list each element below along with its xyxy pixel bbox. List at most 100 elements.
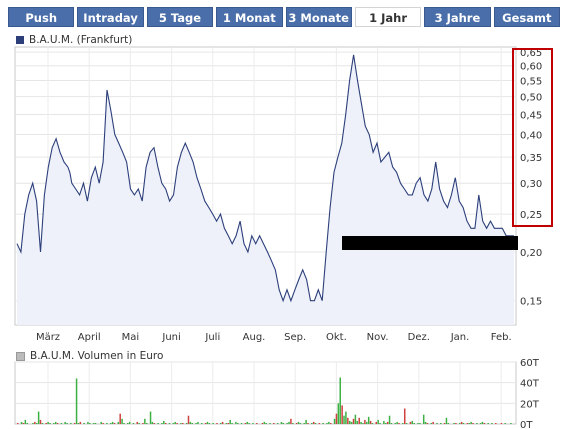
x-tick-label: Dez.	[408, 332, 430, 343]
volume-bar	[164, 423, 167, 424]
volume-bar	[145, 423, 148, 424]
x-tick-label: Jan.	[450, 332, 470, 343]
volume-bar	[163, 420, 165, 424]
volume-bar	[212, 423, 214, 424]
volume-bar	[447, 423, 450, 424]
volume-bar	[347, 417, 349, 424]
y-tick-label: 0,40	[520, 130, 542, 141]
volume-bar	[172, 423, 175, 424]
volume-bar	[292, 423, 294, 424]
volume-bar	[119, 413, 121, 424]
volume-bar	[354, 414, 357, 424]
y-tick-label: 0,25	[520, 210, 542, 221]
volume-bar	[128, 421, 131, 424]
volume-bar	[402, 423, 404, 424]
volume-bar	[396, 421, 398, 424]
y-tick-label: 0,30	[520, 179, 542, 190]
volume-bar	[430, 423, 433, 424]
volume-bar	[341, 405, 343, 424]
volume-tick-label: 60T	[520, 358, 540, 369]
volume-bar	[366, 421, 368, 424]
volume-bar	[246, 421, 249, 424]
y-tick-label: 0,35	[520, 153, 542, 164]
volume-bar	[483, 423, 486, 424]
volume-bar	[500, 423, 503, 424]
volume-bar	[102, 423, 104, 424]
volume-bar	[20, 421, 23, 424]
x-tick-label: Mai	[122, 332, 140, 343]
volume-bar	[458, 423, 461, 424]
volume-bar	[295, 423, 298, 424]
volume-bar	[386, 421, 389, 424]
volume-bar	[424, 421, 427, 424]
y-tick-label: 0,45	[520, 110, 542, 121]
redaction-bar	[342, 236, 518, 250]
x-tick-label: Nov.	[367, 332, 389, 343]
volume-bar	[472, 423, 474, 424]
volume-bar	[17, 423, 19, 424]
volume-bar	[221, 421, 224, 424]
volume-bar	[468, 423, 470, 424]
volume-bar	[388, 415, 391, 424]
volume-bar	[261, 423, 264, 424]
volume-bar	[280, 421, 283, 424]
volume-bar	[180, 423, 182, 424]
volume-tick-label: 40T	[520, 379, 540, 390]
volume-bar	[352, 418, 355, 424]
volume-bar	[326, 423, 328, 424]
volume-bar	[297, 421, 300, 424]
volume-bar	[32, 423, 34, 424]
price-chart: März April Mai Juni Juli Aug. Sep. Okt. Nov. Dez.…	[14, 46, 553, 429]
volume-bar	[244, 423, 247, 424]
volume-bar	[22, 423, 25, 424]
volume-bar	[94, 423, 97, 424]
volume-bar	[157, 423, 159, 424]
volume-bar	[206, 421, 209, 424]
volume-bar	[479, 423, 482, 424]
volume-bar	[34, 421, 36, 424]
volume-bar	[335, 413, 338, 424]
volume-bar	[491, 423, 493, 424]
volume-bar	[87, 421, 89, 424]
volume-bar	[24, 419, 27, 424]
volume-bar	[409, 421, 412, 424]
y-tick-label: 0,15	[520, 297, 542, 308]
volume-bar	[510, 423, 512, 424]
volume-bar	[460, 421, 463, 424]
volume-bar	[356, 420, 359, 424]
volume-bar	[185, 423, 188, 424]
volume-bar	[227, 423, 230, 424]
volume-bar	[113, 423, 116, 424]
y-tick-label: 0,20	[520, 248, 542, 259]
volume-bar	[142, 423, 144, 424]
volume-bar	[290, 418, 292, 424]
volume-bar	[229, 419, 231, 424]
volume-legend-swatch	[16, 351, 25, 361]
volume-bar	[276, 423, 279, 424]
volume-bar	[237, 423, 239, 424]
volume-bar	[121, 418, 123, 424]
volume-bar	[343, 415, 345, 424]
volume-bar	[273, 423, 275, 424]
volume-bar	[66, 423, 68, 424]
volume-bar	[504, 423, 507, 424]
volume-bar	[328, 421, 330, 424]
volume-bar	[45, 423, 47, 424]
volume-bar	[312, 421, 315, 424]
volume-bar	[426, 423, 429, 424]
volume-bar	[383, 420, 385, 424]
volume-bar	[248, 423, 250, 424]
volume-bar	[455, 423, 457, 424]
volume-legend-label: B.A.U.M. Volumen in Euro	[30, 350, 164, 362]
volume-bar	[149, 411, 152, 424]
volume-bar	[476, 423, 478, 424]
volume-bar	[417, 423, 419, 424]
volume-bar	[75, 378, 78, 424]
volume-bar	[432, 421, 434, 424]
volume-bar	[73, 423, 76, 424]
volume-bar	[440, 423, 442, 424]
volume-bar	[263, 421, 266, 424]
volume-bar	[92, 423, 95, 424]
volume-bar	[322, 423, 324, 424]
volume-bar	[144, 418, 146, 424]
